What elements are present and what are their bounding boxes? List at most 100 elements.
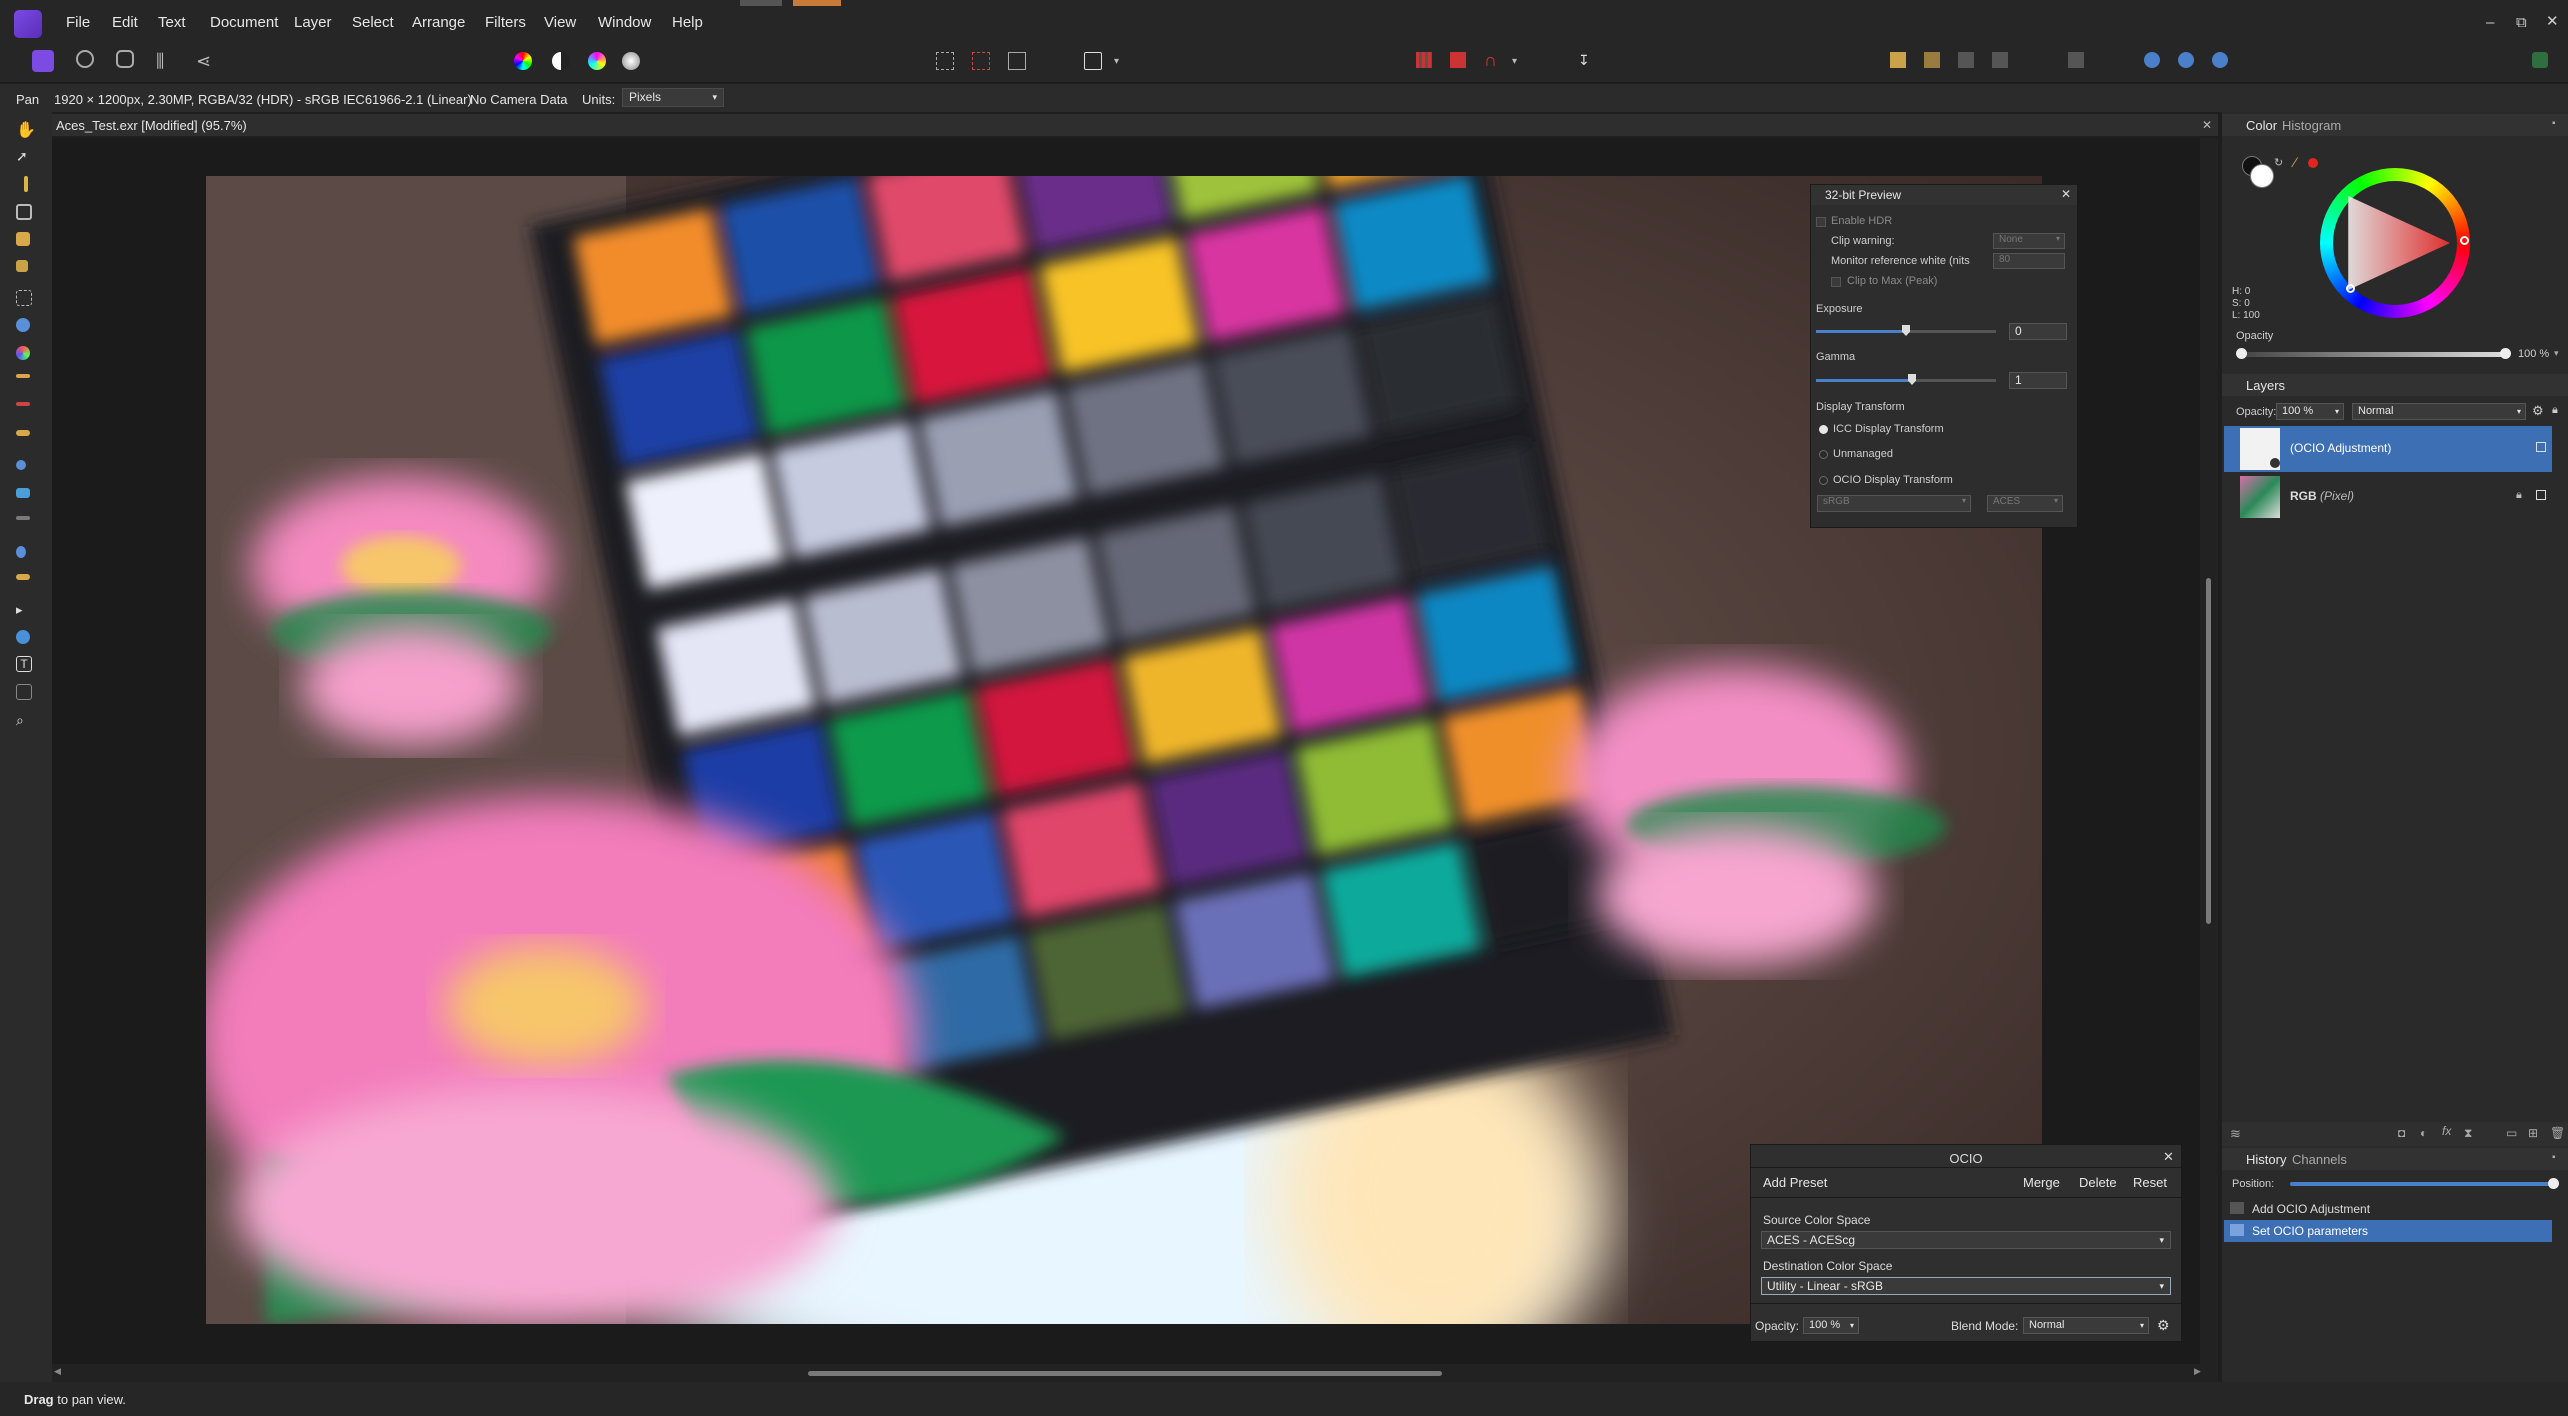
ocio-display-select[interactable]: sRGB ▾ — [1817, 495, 1971, 512]
clone-tool-icon[interactable] — [16, 488, 30, 498]
selection-brush-icon[interactable] — [16, 232, 30, 246]
gear-icon[interactable]: ⚙ — [2157, 1317, 2170, 1334]
icc-display-transform-radio[interactable] — [1819, 425, 1828, 434]
healing-brush-icon[interactable] — [16, 574, 30, 580]
arrange-top-icon[interactable] — [1992, 52, 2008, 68]
develop-persona-icon[interactable] — [116, 50, 134, 68]
menu-arrange[interactable]: Arrange — [412, 14, 465, 31]
fx-icon[interactable]: fx — [2442, 1124, 2451, 1138]
enable-hdr-checkbox[interactable] — [1816, 217, 1826, 227]
tab-layers[interactable]: Layers — [2246, 378, 2285, 393]
blend-mode-select[interactable]: Normal ▾ — [2023, 1317, 2149, 1334]
menu-select[interactable]: Select — [352, 14, 394, 31]
pan-tool-icon[interactable]: ✋ — [16, 120, 36, 140]
add-preset-button[interactable]: Add Preset — [1763, 1175, 1827, 1190]
menu-filters[interactable]: Filters — [485, 14, 526, 31]
chevron-down-icon[interactable]: ▾ — [1512, 56, 1517, 67]
layer-name[interactable]: (OCIO Adjustment) — [2290, 441, 2391, 455]
menu-text[interactable]: Text — [158, 14, 186, 31]
layer-name[interactable]: RGB (Pixel) — [2290, 489, 2354, 503]
horizontal-scroll-thumb[interactable] — [808, 1371, 1442, 1376]
auto-levels-icon[interactable] — [514, 52, 532, 70]
color-opacity-slider[interactable] — [2240, 352, 2504, 357]
undo-brush-icon[interactable] — [16, 516, 30, 520]
invert-selection-icon[interactable] — [1008, 52, 1026, 70]
delete-button[interactable]: Delete — [2079, 1175, 2117, 1190]
chevron-down-icon[interactable]: ▾ — [2554, 348, 2559, 359]
gradient-tool-icon[interactable] — [16, 346, 30, 360]
vertical-scroll-thumb[interactable] — [2206, 578, 2211, 924]
destination-color-space-select[interactable]: Utility - Linear - sRGB ▾ — [1761, 1277, 2171, 1295]
boolean-add-icon[interactable] — [2144, 52, 2160, 68]
gamma-input[interactable]: 1 — [2009, 372, 2067, 389]
arrange-forward-icon[interactable] — [1924, 52, 1940, 68]
layer-opacity-input[interactable]: 100 % ▾ — [2276, 403, 2344, 420]
pen-tool-icon[interactable]: ▸ — [16, 602, 36, 622]
scroll-right-icon[interactable]: ▶ — [2194, 1366, 2201, 1377]
secondary-color-swatch[interactable] — [2250, 164, 2274, 188]
quick-mask-icon[interactable] — [1084, 52, 1102, 70]
scroll-left-icon[interactable]: ◀ — [54, 1366, 61, 1377]
erase-brush-icon[interactable] — [16, 430, 30, 436]
auto-white-balance-icon[interactable] — [622, 52, 640, 70]
color-opacity-handle[interactable] — [2500, 348, 2511, 359]
layer-blend-mode-select[interactable]: Normal ▾ — [2352, 403, 2526, 420]
unmanaged-radio[interactable] — [1819, 450, 1828, 459]
document-tab[interactable] — [52, 114, 2218, 136]
mask-layer-icon[interactable]: ◘ — [2398, 1126, 2405, 1140]
group-icon[interactable]: ▭ — [2506, 1126, 2517, 1140]
lock-icon[interactable]: 🔒︎ — [2552, 404, 2558, 417]
gear-icon[interactable]: ⚙ — [2532, 403, 2544, 419]
assistant-icon[interactable] — [1450, 52, 1466, 68]
text-tool-icon[interactable]: T — [16, 656, 32, 672]
clip-to-max-checkbox[interactable] — [1831, 277, 1841, 287]
zoom-tool-icon[interactable]: ⌕ — [16, 712, 36, 732]
flood-fill-icon[interactable] — [16, 318, 30, 332]
magnet-icon[interactable]: ∩ — [1484, 50, 1497, 71]
vertical-scrollbar[interactable] — [2200, 138, 2218, 1364]
panel-menu-icon[interactable]: ▪ — [2552, 1152, 2556, 1163]
ocio-display-transform-radio[interactable] — [1819, 476, 1828, 485]
arrange-back-icon[interactable] — [1890, 52, 1906, 68]
blur-brush-icon[interactable] — [16, 546, 26, 558]
menu-help[interactable]: Help — [672, 14, 703, 31]
live-filter-icon[interactable]: ⧗ — [2464, 1126, 2472, 1141]
account-icon[interactable] — [2532, 52, 2548, 68]
menu-edit[interactable]: Edit — [112, 14, 138, 31]
restore-icon[interactable]: ⧉ — [2516, 14, 2527, 31]
pin-icon[interactable]: ↧ — [1578, 52, 1590, 69]
horizontal-scrollbar[interactable]: ◀ ▶ — [52, 1364, 2218, 1382]
export-persona-icon[interactable]: ⋖ — [196, 50, 218, 72]
merge-button[interactable]: Merge — [2023, 1175, 2060, 1190]
marquee-icon[interactable] — [936, 52, 954, 70]
deselect-icon[interactable] — [972, 52, 990, 70]
layer-options-icon[interactable]: ≋ — [2230, 1126, 2241, 1142]
tab-histogram[interactable]: Histogram — [2282, 118, 2341, 133]
paint-brush-icon[interactable] — [16, 374, 30, 378]
auto-contrast-icon[interactable] — [552, 52, 570, 70]
ocio-view-select[interactable]: ACES ▾ — [1987, 495, 2063, 512]
delete-layer-icon[interactable]: 🗑︎ — [2550, 1126, 2565, 1140]
arrange-front-icon[interactable] — [1958, 52, 1974, 68]
photo-persona-icon[interactable] — [32, 50, 54, 72]
panel-menu-icon[interactable]: ▪ — [2552, 118, 2556, 129]
history-position-handle[interactable] — [2548, 1178, 2559, 1189]
marquee-tool-icon[interactable] — [16, 290, 32, 306]
flood-select-icon[interactable] — [16, 260, 28, 272]
tone-mapping-persona-icon[interactable]: ⫼ — [156, 50, 178, 72]
menu-file[interactable]: File — [66, 14, 90, 31]
mesh-warp-icon[interactable] — [16, 684, 32, 700]
minimize-icon[interactable]: – — [2486, 14, 2494, 31]
exposure-input[interactable]: 0 — [2009, 323, 2067, 340]
hue-handle[interactable] — [2460, 236, 2469, 245]
shape-tool-icon[interactable] — [16, 630, 30, 644]
snapping-icon[interactable] — [1416, 52, 1432, 68]
crop-tool-icon[interactable] — [16, 204, 32, 220]
tab-history[interactable]: History — [2246, 1152, 2286, 1167]
tab-color[interactable]: Color — [2246, 118, 2277, 133]
source-color-space-select[interactable]: ACES - ACEScg ▾ — [1761, 1231, 2171, 1249]
exposure-slider-handle[interactable] — [1902, 325, 1910, 336]
move-tool-icon[interactable]: ➚ — [16, 148, 36, 168]
boolean-subtract-icon[interactable] — [2178, 52, 2194, 68]
history-position-slider[interactable] — [2290, 1182, 2552, 1186]
